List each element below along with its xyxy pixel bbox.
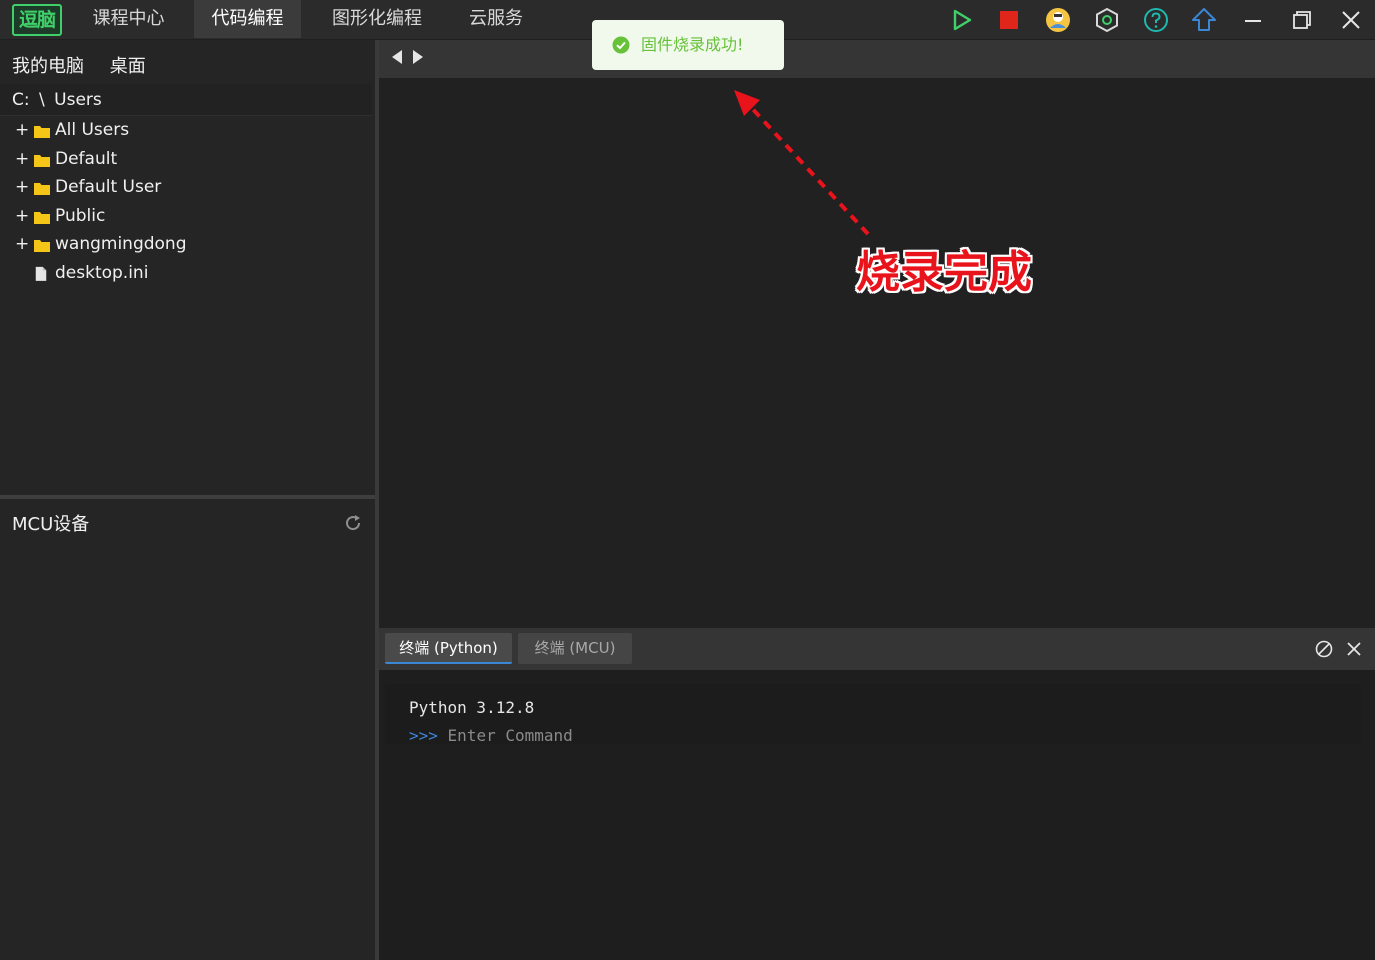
- expand-icon[interactable]: +: [15, 145, 29, 173]
- panel-splitter[interactable]: [0, 495, 375, 499]
- back-arrow-icon[interactable]: [390, 48, 404, 66]
- tree-item-label: desktop.ini: [55, 262, 149, 283]
- terminal-output[interactable]: Python 3.12.8 >>> Enter Command: [379, 670, 1375, 960]
- tree-item-label: wangmingdong: [55, 234, 187, 254]
- app-logo: 逗脑: [12, 4, 62, 36]
- tree-item-wangmingdong[interactable]: + wangmingdong: [0, 230, 372, 259]
- file-browser-panel: 我的电脑 桌面 C: \ Users + All Users + Default…: [0, 40, 375, 960]
- tree-item-label: Default User: [55, 177, 162, 197]
- folder-icon: [34, 154, 50, 167]
- toast-message: 固件烧录成功!: [641, 35, 744, 54]
- nav-tab-graphical-programming[interactable]: 图形化编程: [318, 0, 436, 38]
- tree-item-desktop-ini[interactable]: desktop.ini: [0, 259, 372, 288]
- tree-item-all-users[interactable]: + All Users: [0, 116, 372, 145]
- file-icon: [35, 266, 47, 281]
- expand-icon[interactable]: +: [15, 173, 29, 201]
- breadcrumb-drive[interactable]: C:: [12, 90, 30, 110]
- breadcrumb-separator: \: [39, 90, 45, 110]
- folder-icon: [34, 126, 50, 138]
- tree-item-label: Public: [55, 205, 106, 226]
- breadcrumb-folder[interactable]: Users: [54, 90, 102, 110]
- expand-icon[interactable]: +: [15, 116, 29, 144]
- expand-icon[interactable]: +: [15, 202, 29, 230]
- folder-icon: [34, 211, 50, 224]
- terminal-version-line: Python 3.12.8: [409, 698, 535, 717]
- terminal-prompt: >>>: [409, 726, 438, 745]
- terminal-close-icon[interactable]: [1345, 640, 1363, 658]
- editor-toolbar: [379, 40, 1375, 78]
- tree-item-public[interactable]: + Public: [0, 202, 372, 231]
- clear-icon[interactable]: [1315, 640, 1333, 658]
- mcu-panel-title: MCU设备: [12, 514, 90, 535]
- nav-tab-cloud-service[interactable]: 云服务: [455, 0, 537, 38]
- folder-icon: [34, 183, 50, 195]
- forward-arrow-icon[interactable]: [411, 48, 425, 66]
- breadcrumb: C: \ Users: [0, 84, 372, 116]
- close-icon[interactable]: [1337, 6, 1365, 34]
- nav-tab-course-center[interactable]: 课程中心: [75, 0, 182, 38]
- minimize-icon[interactable]: [1239, 6, 1267, 34]
- terminal-input-placeholder[interactable]: Enter Command: [448, 726, 573, 745]
- tab-terminal-mcu[interactable]: 终端 (MCU): [518, 633, 632, 664]
- tree-item-default[interactable]: + Default: [0, 145, 372, 174]
- stop-icon[interactable]: [995, 6, 1023, 34]
- tree-item-label: Default: [55, 148, 118, 169]
- check-circle-icon: [612, 36, 630, 54]
- location-tab-my-computer[interactable]: 我的电脑: [12, 52, 84, 78]
- user-avatar-icon[interactable]: [1044, 6, 1072, 34]
- help-icon[interactable]: [1142, 6, 1170, 34]
- restore-icon[interactable]: [1288, 6, 1316, 34]
- annotation-label: 烧录完成: [856, 247, 1032, 298]
- file-tree: + All Users + Default + Default User + P…: [0, 116, 372, 287]
- tree-item-label: All Users: [55, 120, 130, 140]
- refresh-icon[interactable]: [343, 513, 363, 533]
- success-toast: 固件烧录成功!: [592, 20, 784, 70]
- run-icon[interactable]: [947, 6, 975, 34]
- terminal-command-line[interactable]: >>> Enter Command: [409, 726, 573, 745]
- tab-terminal-python[interactable]: 终端 (Python): [385, 633, 512, 664]
- location-tab-desktop[interactable]: 桌面: [110, 52, 146, 78]
- upload-icon[interactable]: [1190, 6, 1218, 34]
- expand-icon[interactable]: +: [15, 230, 29, 258]
- folder-icon: [34, 240, 50, 252]
- terminal-content: Python 3.12.8 >>> Enter Command: [385, 684, 1361, 745]
- settings-hex-icon[interactable]: [1093, 6, 1121, 34]
- location-tabs: 我的电脑 桌面: [12, 52, 166, 78]
- annotation-arrow-icon: [734, 90, 870, 236]
- terminal-tab-bar: 终端 (Python) 终端 (MCU): [379, 628, 1375, 670]
- nav-tab-code-programming[interactable]: 代码编程: [194, 0, 301, 38]
- tree-item-default-user[interactable]: + Default User: [0, 173, 372, 202]
